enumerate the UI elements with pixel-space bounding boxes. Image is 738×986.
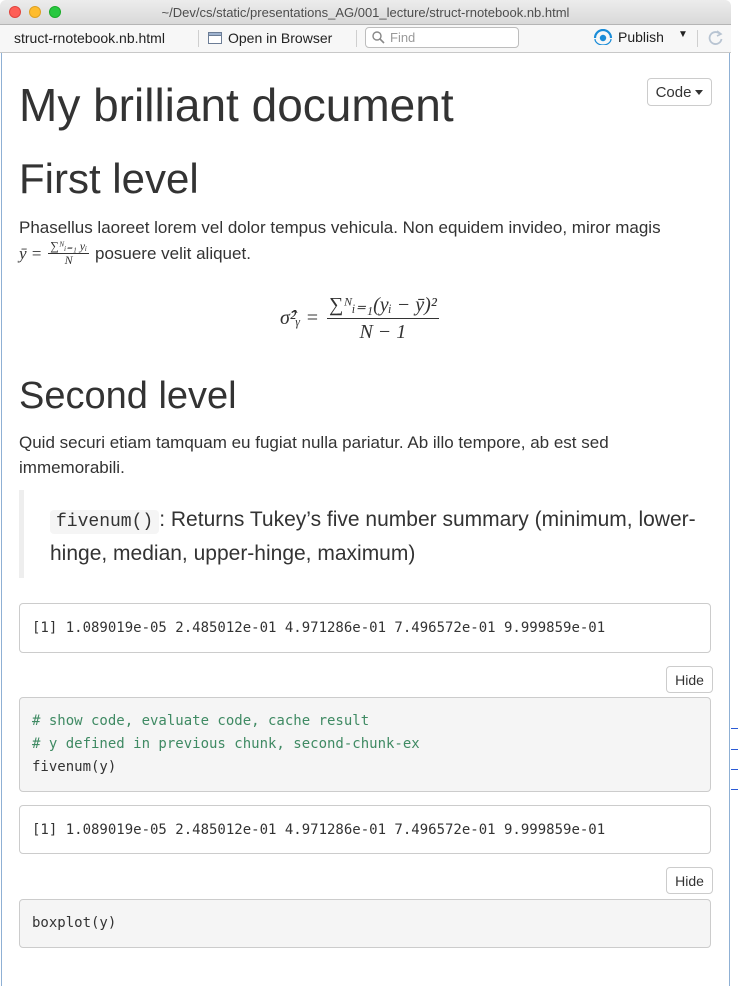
publish-label: Publish (618, 29, 664, 45)
math-numerator: ∑ᴺᵢ₌₁ yᵢ (48, 239, 89, 254)
background-link (731, 733, 738, 750)
code-line: boxplot(y) (32, 915, 117, 931)
open-in-browser-button[interactable]: Open in Browser (208, 30, 332, 46)
refresh-icon[interactable] (706, 29, 724, 47)
math-lhs: ȳ = (19, 243, 43, 263)
window-titlebar: ~/Dev/cs/static/presentations_AG/001_lec… (0, 0, 731, 25)
publish-icon (593, 29, 613, 45)
file-name-tab[interactable]: struct-rnotebook.nb.html (14, 30, 165, 46)
math-fraction: ∑ᴺᵢ₌₁ yᵢ N (48, 240, 89, 267)
document-title: My brilliant document (19, 79, 454, 131)
paragraph-one: Phasellus laoreet lorem vel dolor tempus… (19, 218, 661, 237)
hide-code-button[interactable]: Hide (666, 867, 713, 894)
inline-code: fivenum() (50, 510, 160, 534)
inline-math-mean: ȳ = ∑ᴺᵢ₌₁ yᵢ N posuere velit aliquet. (19, 240, 251, 267)
open-in-browser-label: Open in Browser (228, 30, 333, 46)
find-box[interactable] (365, 27, 519, 48)
code-line: fivenum(y) (32, 759, 117, 775)
math-fraction: ∑ᴺᵢ₌₁(yᵢ − ȳ)² N − 1 (326, 292, 439, 345)
paragraph-two: Quid securi etiam tamquam eu fugiat null… (19, 433, 609, 477)
paragraph-continuation: posuere velit aliquet. (94, 243, 251, 263)
publish-button[interactable]: Publish (593, 29, 664, 45)
heading-second-level: Second level (19, 375, 237, 417)
background-window-strip (731, 53, 738, 986)
math-numerator: ∑ᴺᵢ₌₁(yᵢ − ȳ)² (326, 292, 439, 319)
background-link (731, 773, 738, 790)
toolbar-divider (697, 30, 698, 47)
toolbar-divider (198, 30, 199, 47)
code-visibility-dropdown[interactable]: Code (647, 78, 712, 106)
code-comment: # show code, evaluate code, cache result (32, 713, 370, 729)
display-math-variance: σ̂²ᵧ = ∑ᴺᵢ₌₁(yᵢ − ȳ)² N − 1 (280, 292, 439, 345)
code-comment: # y defined in previous chunk, second-ch… (32, 736, 420, 752)
math-lhs: σ̂²ᵧ = (280, 307, 319, 329)
chunk-output: [1] 1.089019e-05 2.485012e-01 4.971286e-… (19, 805, 711, 854)
code-dropdown-label: Code (655, 83, 692, 101)
search-icon (372, 31, 385, 44)
code-chunk: boxplot(y) (19, 899, 711, 948)
find-input[interactable] (390, 30, 500, 45)
heading-first-level: First level (19, 155, 199, 202)
toolbar-divider (356, 30, 357, 47)
background-link (731, 712, 738, 729)
viewer-toolbar: struct-rnotebook.nb.html Open in Browser… (0, 25, 731, 53)
browser-window-icon (208, 32, 222, 44)
background-link (731, 753, 738, 770)
publish-dropdown-icon[interactable]: ▼ (678, 29, 688, 40)
caret-down-icon (695, 89, 704, 95)
math-denominator: N − 1 (359, 321, 407, 343)
math-denominator: N (64, 253, 73, 267)
hide-code-button[interactable]: Hide (666, 666, 713, 693)
blockquote: fivenum(): Returns Tukey’s five number s… (19, 490, 711, 578)
code-chunk: # show code, evaluate code, cache result… (19, 697, 711, 792)
chunk-output: [1] 1.089019e-05 2.485012e-01 4.971286e-… (19, 603, 711, 653)
window-title: ~/Dev/cs/static/presentations_AG/001_lec… (161, 5, 570, 20)
